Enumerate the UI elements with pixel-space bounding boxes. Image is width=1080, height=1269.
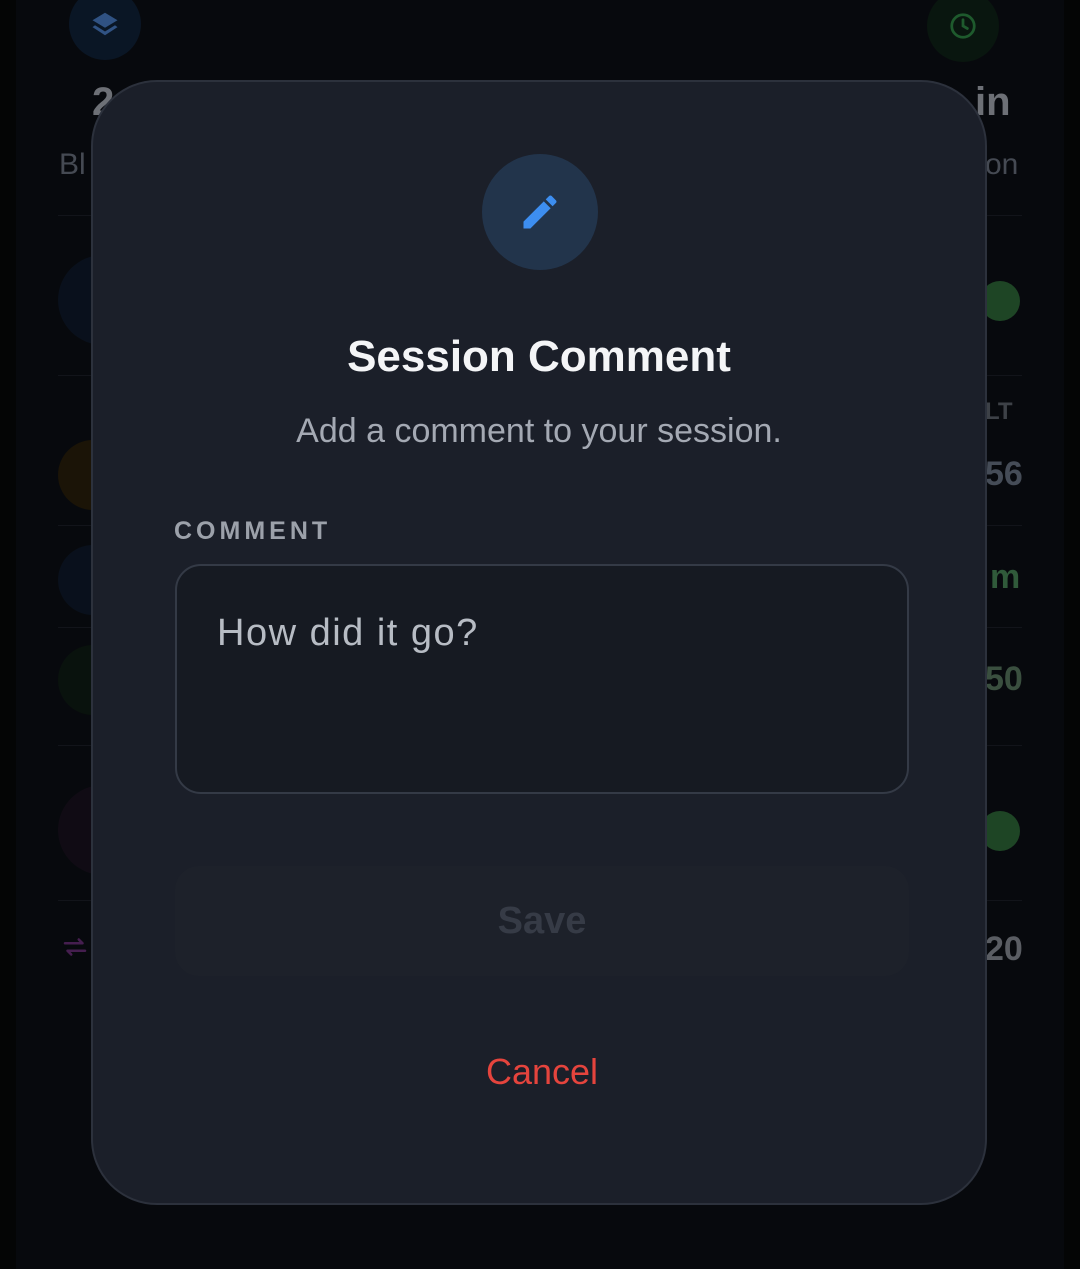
save-button[interactable]: Save xyxy=(175,866,909,976)
screen: 2 Bl in on LT 56 m 50 20 Session Comment… xyxy=(0,0,1080,1269)
pencil-icon-badge xyxy=(482,154,598,270)
comment-input[interactable] xyxy=(175,564,909,794)
cancel-button[interactable]: Cancel xyxy=(175,1022,909,1122)
pencil-icon xyxy=(523,195,557,229)
dialog-subtitle: Add a comment to your session. xyxy=(296,412,782,450)
comment-label: COMMENT xyxy=(174,517,332,545)
dialog-title: Session Comment xyxy=(347,332,731,381)
session-comment-dialog: Session Comment Add a comment to your se… xyxy=(91,80,987,1205)
